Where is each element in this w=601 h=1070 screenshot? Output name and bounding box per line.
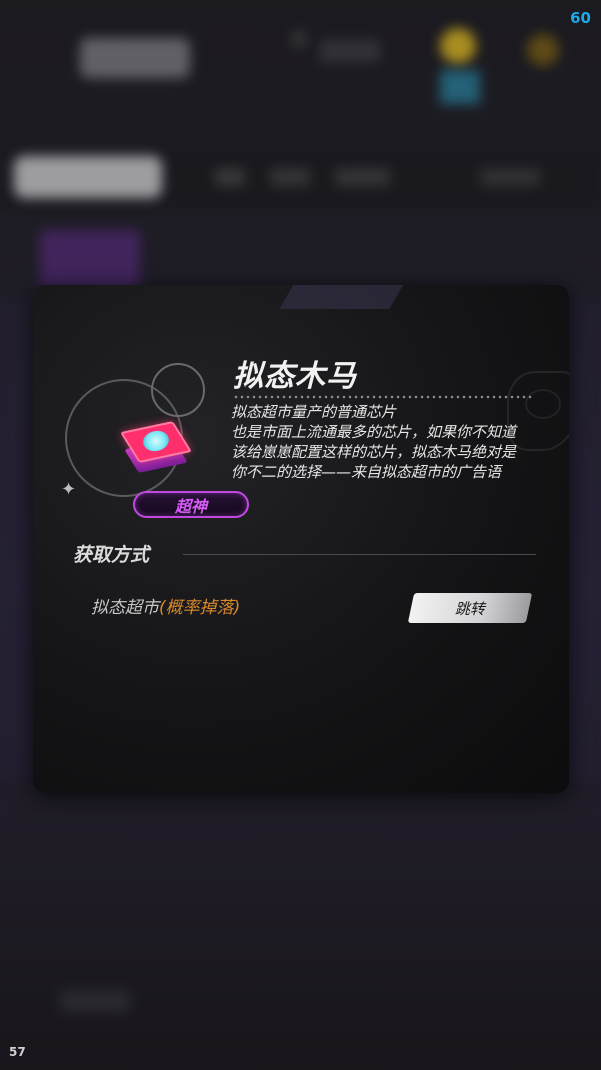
acquisition-section-title: 获取方式 bbox=[73, 544, 150, 566]
background-currency-icon bbox=[440, 70, 480, 104]
rarity-badge: 超神 bbox=[133, 491, 249, 518]
item-detail-dialog: ✦ 超神 拟态木马 拟态超市量产的普通芯片 也是市面上流通最多的芯片，如果你不知… bbox=[33, 285, 569, 793]
chip-icon bbox=[120, 417, 192, 473]
source-drop-note: (概率掉落) bbox=[159, 598, 241, 618]
fps-counter-secondary: 57 bbox=[9, 1045, 26, 1059]
background-tab bbox=[480, 168, 540, 186]
decorative-ring bbox=[151, 363, 205, 417]
item-detail-screen: 60 57 ✦ 超神 拟态木马 拟态超市量产的普通芯片 也是市面上流通最多的芯片… bbox=[0, 0, 601, 1070]
jump-button[interactable]: 跳转 bbox=[407, 593, 533, 623]
item-name: 拟态木马 bbox=[233, 359, 357, 394]
section-divider bbox=[183, 554, 536, 555]
source-name: 拟态超市 bbox=[91, 598, 159, 618]
background-label bbox=[320, 40, 380, 62]
jump-button-label: 跳转 bbox=[454, 599, 485, 618]
item-emblem: ✦ 超神 bbox=[61, 363, 253, 518]
background-tab bbox=[270, 168, 310, 186]
background-currency-icon bbox=[440, 28, 476, 64]
background-header-element bbox=[80, 38, 190, 78]
background-card bbox=[40, 230, 140, 290]
background-tab bbox=[215, 168, 245, 186]
background-tab-active bbox=[14, 156, 162, 198]
decorative-shape bbox=[279, 285, 407, 309]
sparkle-icon: ✦ bbox=[61, 479, 77, 500]
background-currency-icon bbox=[527, 34, 559, 66]
background-icon bbox=[290, 30, 308, 48]
background-tab bbox=[335, 168, 390, 186]
background-footer-element bbox=[60, 990, 130, 1012]
title-divider bbox=[233, 395, 533, 399]
fps-counter: 60 bbox=[570, 9, 591, 27]
acquisition-source: 拟态超市(概率掉落) bbox=[91, 593, 240, 618]
description-text: 拟态超市量产的普通芯片 也是市面上流通最多的芯片，如果你不知道该给崽崽配置这样的… bbox=[231, 403, 517, 481]
item-description: 拟态超市量产的普通芯片 也是市面上流通最多的芯片，如果你不知道该给崽崽配置这样的… bbox=[231, 402, 529, 482]
decorative-graffiti bbox=[525, 389, 561, 419]
